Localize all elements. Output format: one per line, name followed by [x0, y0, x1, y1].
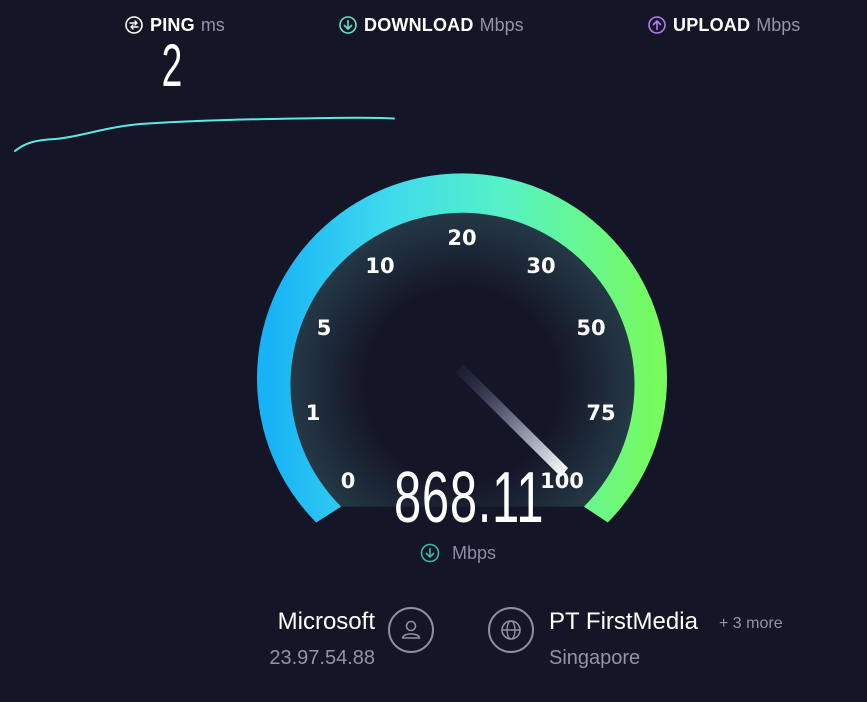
speedtest-panel: PING ms DOWNLOAD Mbps UPLOAD Mbps 2 0 1 …	[0, 0, 867, 702]
host-name[interactable]: Microsoft	[278, 610, 375, 634]
speed-value: 868.11	[394, 458, 545, 538]
user-button[interactable]	[388, 607, 434, 653]
gauge-tick-50: 50	[576, 316, 605, 340]
host-ip: 23.97.54.88	[269, 647, 375, 669]
gauge-tick-1: 1	[306, 401, 321, 425]
ping-graph-line	[14, 116, 395, 152]
gauge-tick-100: 100	[540, 469, 584, 493]
gauge-tick-75: 75	[586, 401, 615, 425]
gauge-tick-20: 20	[447, 226, 476, 250]
gauge-tick-0: 0	[341, 469, 356, 493]
isp-name[interactable]: PT FirstMedia	[549, 610, 698, 634]
user-icon	[401, 620, 421, 639]
globe-icon	[501, 620, 521, 640]
speed-unit-row: Mbps	[420, 540, 496, 566]
isp-location: Singapore	[549, 647, 641, 669]
gauge-tick-5: 5	[317, 316, 332, 340]
globe-button[interactable]	[488, 607, 534, 653]
speed-unit-label: Mbps	[452, 542, 497, 563]
gauge-graphic: 0 1 5 10 20 30 50 75 100	[14, 116, 667, 523]
download-arrow-icon	[420, 543, 440, 563]
isp-more-link[interactable]: + 3 more	[719, 616, 783, 632]
gauge-tick-10: 10	[365, 254, 394, 278]
gauge-tick-30: 30	[526, 254, 555, 278]
